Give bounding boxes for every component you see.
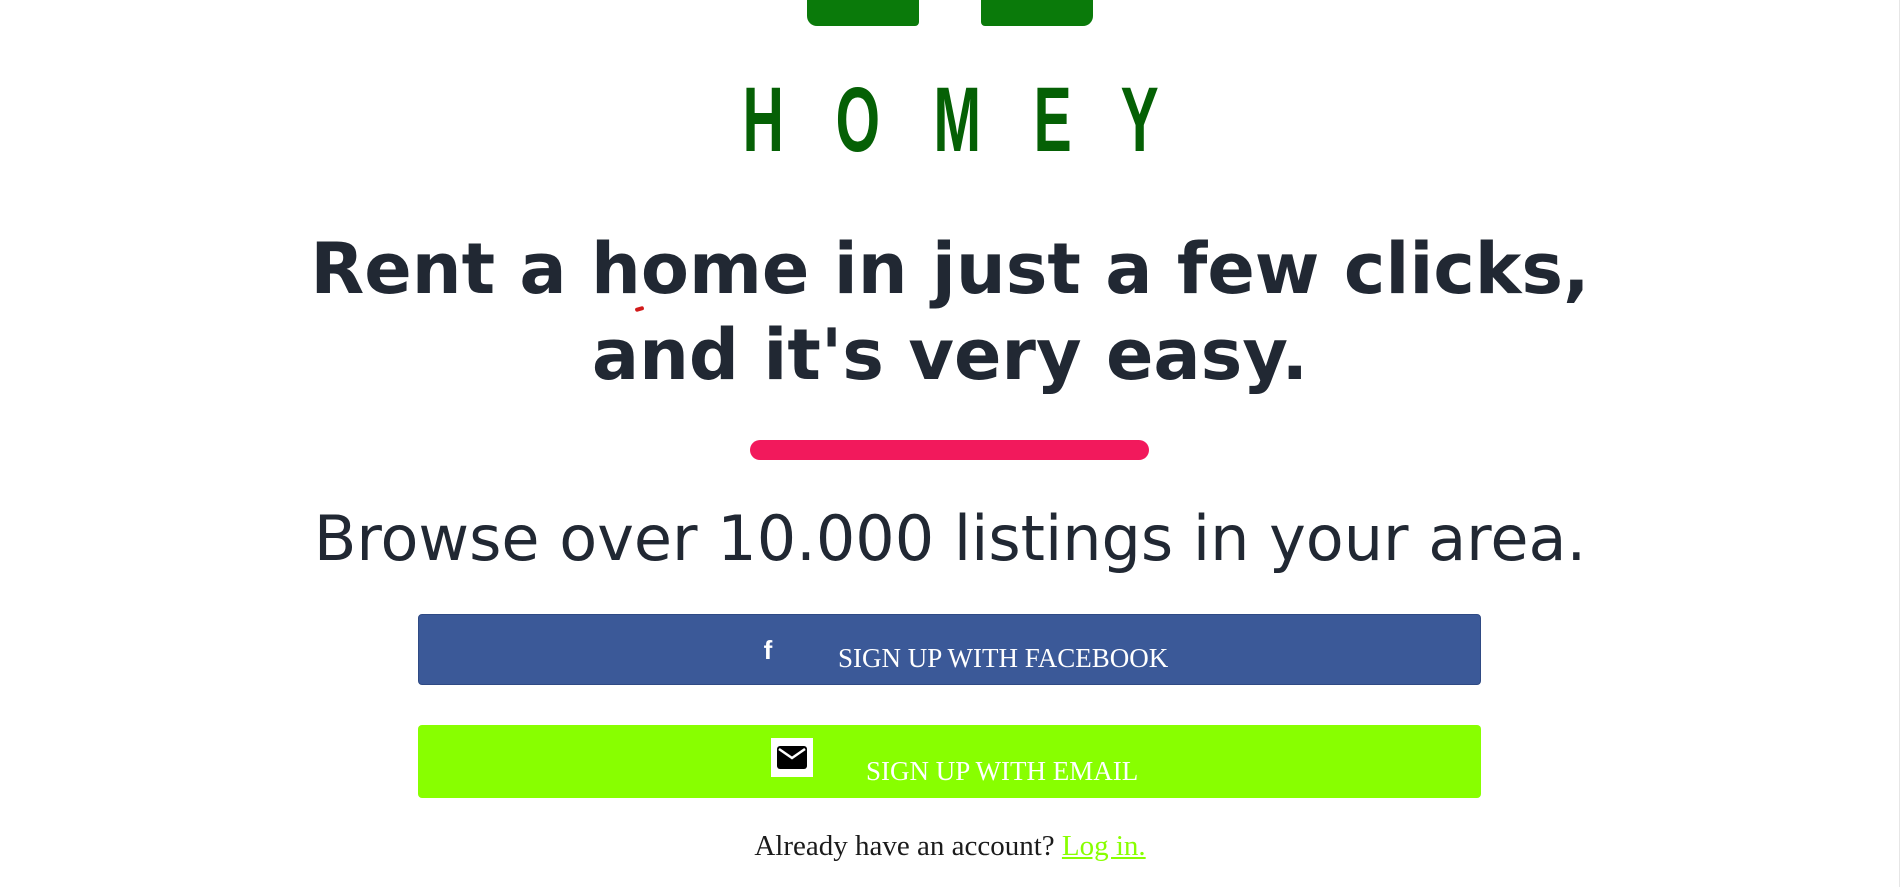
signup-email-label: SIGN UP WITH EMAIL [866, 756, 1139, 786]
brand-letter: O [835, 69, 881, 171]
facebook-icon: f [763, 635, 773, 665]
login-link[interactable]: Log in. [1062, 830, 1146, 862]
hero-subheading: Browse over 10.000 listings in your area… [313, 502, 1587, 575]
signup-email-button[interactable]: SIGN UP WITH EMAIL [418, 725, 1481, 798]
logo-left-pillar [807, 0, 919, 26]
brand-wordmark: H O M E Y [730, 69, 1170, 171]
house-logo-icon [807, 0, 1093, 26]
brand-letter: M [933, 69, 982, 171]
hero-divider [750, 440, 1149, 460]
logo-right-pillar [981, 0, 1093, 26]
signup-facebook-label: SIGN UP WITH FACEBOOK [838, 643, 1169, 673]
hero-headline-line-1: Rent a home in just a few clicks, [310, 228, 1590, 310]
login-prompt-text: Already have an account? [754, 830, 1055, 862]
brand-letter: H [742, 69, 784, 171]
brand-letter: E [1033, 69, 1072, 171]
hero-headline: Rent a home in just a few clicks, and it… [0, 226, 1900, 398]
signup-facebook-button[interactable]: f SIGN UP WITH FACEBOOK [418, 614, 1481, 685]
brand-letter: Y [1120, 69, 1159, 171]
hero-headline-line-2: and it's very easy. [591, 314, 1309, 396]
login-prompt-row: Already have an account? Log in. [0, 826, 1900, 866]
envelope-icon [771, 738, 813, 777]
